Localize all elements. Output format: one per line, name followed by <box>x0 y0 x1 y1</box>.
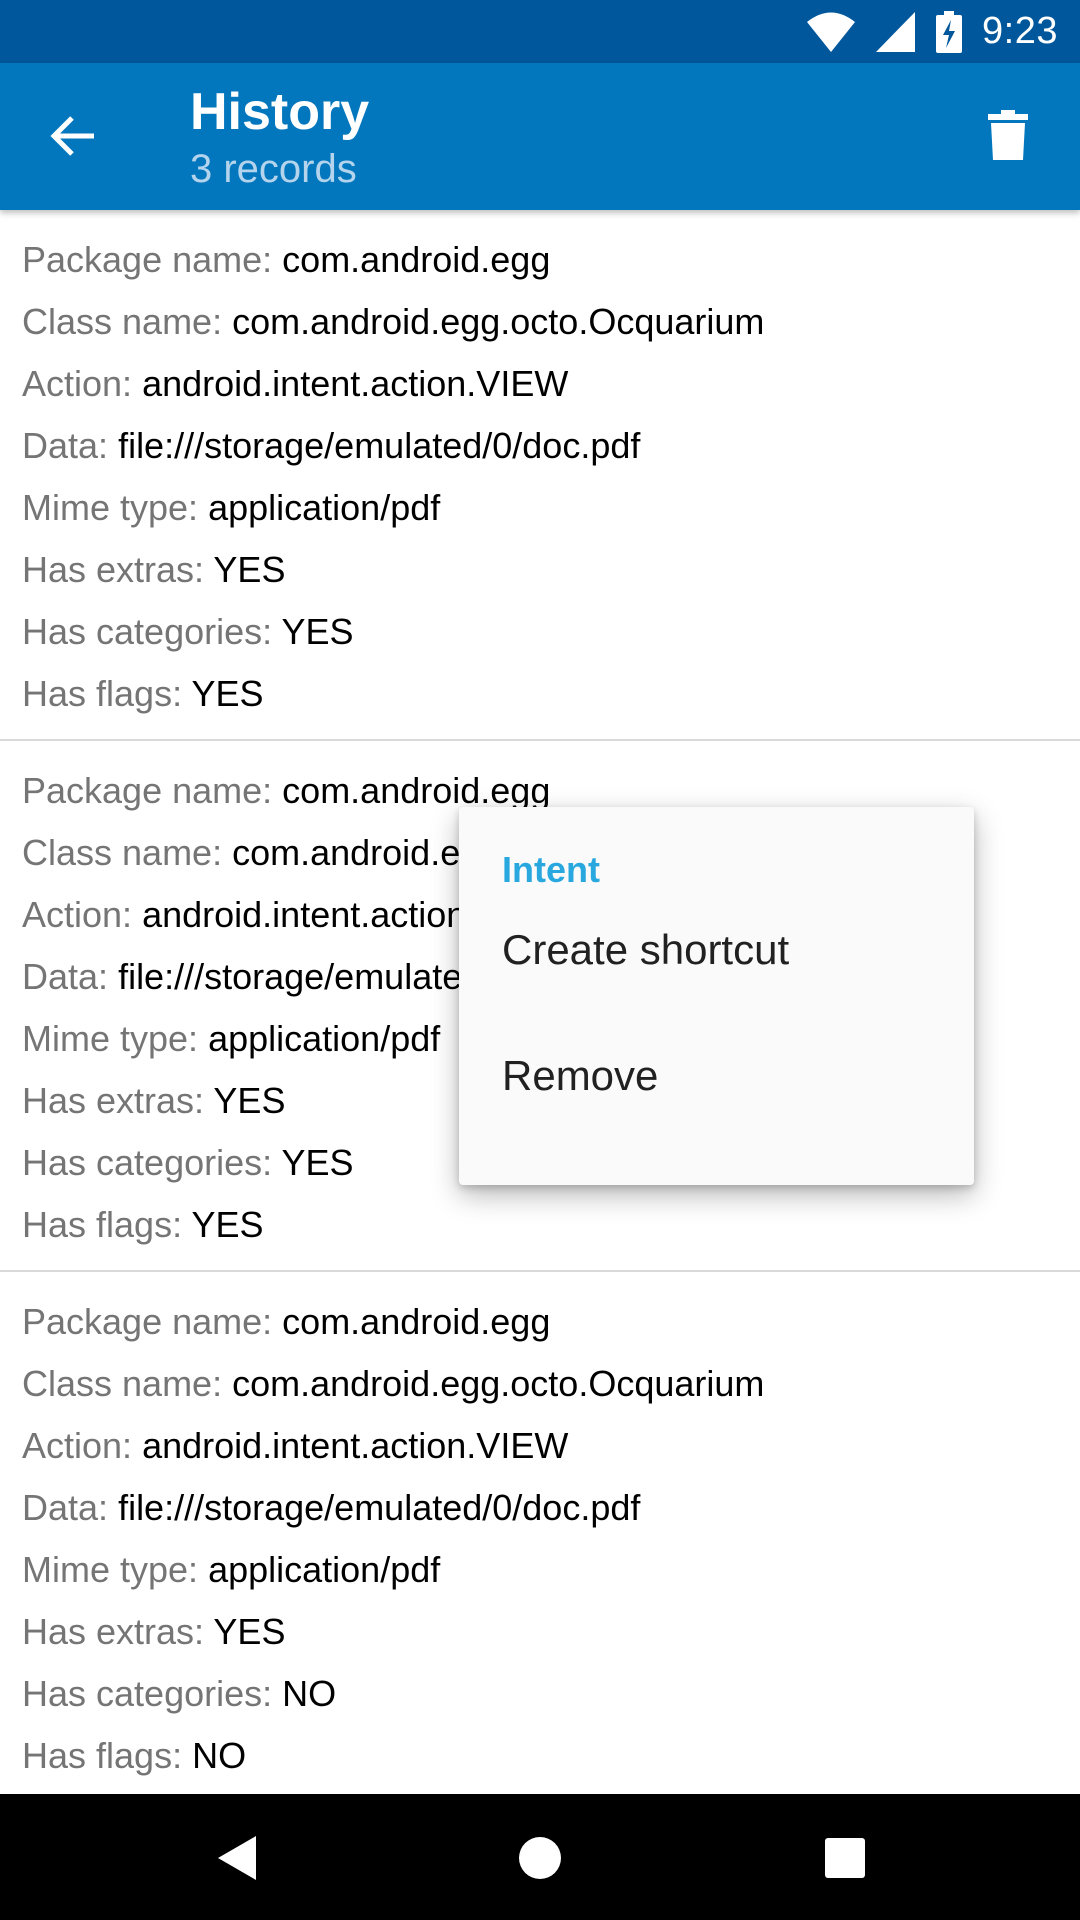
field-value: YES <box>281 611 354 652</box>
field-label: Has extras: <box>22 1611 205 1652</box>
field-value: YES <box>191 673 264 714</box>
nav-back-button[interactable] <box>202 1823 272 1893</box>
field-value: NO <box>192 1735 247 1776</box>
field-class-name: Class name: com.android.egg.octo.Ocquari… <box>22 291 1058 353</box>
field-label: Has flags: <box>22 673 183 714</box>
field-action: Action: android.intent.action.VIEW <box>22 353 1058 415</box>
signal-icon <box>876 11 916 52</box>
field-value: NO <box>282 1673 337 1714</box>
back-button[interactable] <box>44 107 102 165</box>
field-label: Package name: <box>22 239 273 280</box>
record-count: 3 records <box>190 147 357 191</box>
field-has-extras: Has extras: YES <box>22 1601 1058 1663</box>
field-value: com.android.egg <box>282 1301 551 1342</box>
field-mime-type: Mime type: application/pdf <box>22 477 1058 539</box>
wifi-icon <box>806 11 856 53</box>
field-label: Class name: <box>22 832 223 873</box>
history-record[interactable]: Package name: com.android.egg Class name… <box>0 1270 1080 1794</box>
nav-recents-button[interactable] <box>810 1823 880 1893</box>
field-label: Action: <box>22 1425 133 1466</box>
field-label: Data: <box>22 1487 109 1528</box>
field-data: Data: file:///storage/emulated/0/doc.pdf <box>22 1477 1058 1539</box>
remove-menu-item[interactable]: Remove <box>459 1021 974 1131</box>
field-label: Mime type: <box>22 1549 199 1590</box>
field-has-flags: Has flags: YES <box>22 663 1058 725</box>
history-record[interactable]: Package name: com.android.egg Class name… <box>0 210 1080 739</box>
field-label: Has categories: <box>22 1673 273 1714</box>
field-value: com.android.egg <box>282 770 551 811</box>
field-has-flags: Has flags: YES <box>22 1194 1058 1256</box>
create-shortcut-menu-item[interactable]: Create shortcut <box>459 895 974 1005</box>
field-value: com.android.egg <box>282 239 551 280</box>
nav-back-icon <box>218 1836 256 1880</box>
field-value: application/pdf <box>208 1018 441 1059</box>
navigation-bar <box>0 1794 1080 1920</box>
field-data: Data: file:///storage/emulated/0/doc.pdf <box>22 415 1058 477</box>
field-has-categories: Has categories: YES <box>22 601 1058 663</box>
page-title: History <box>190 83 370 141</box>
field-value: android.intent.action.VIEW <box>142 1425 569 1466</box>
field-label: Has extras: <box>22 1080 205 1121</box>
status-bar: 9:23 <box>0 0 1080 63</box>
field-value: YES <box>213 1080 286 1121</box>
nav-home-button[interactable] <box>505 1823 575 1893</box>
arrow-back-icon <box>50 116 94 156</box>
delete-all-button[interactable] <box>976 103 1040 167</box>
title-block: History 3 records <box>190 81 369 195</box>
field-action: Action: android.intent.action.VIEW <box>22 1415 1058 1477</box>
field-label: Action: <box>22 894 133 935</box>
field-label: Package name: <box>22 1301 273 1342</box>
field-package-name: Package name: com.android.egg <box>22 229 1058 291</box>
field-label: Has categories: <box>22 1142 273 1183</box>
field-label: Has flags: <box>22 1204 183 1245</box>
field-value: application/pdf <box>208 487 441 528</box>
status-time: 9:23 <box>982 10 1058 52</box>
field-package-name: Package name: com.android.egg <box>22 1291 1058 1353</box>
field-value: YES <box>191 1204 264 1245</box>
field-label: Mime type: <box>22 487 199 528</box>
field-has-flags: Has flags: NO <box>22 1725 1058 1787</box>
menu-header: Intent <box>502 849 600 890</box>
field-value: application/pdf <box>208 1549 441 1590</box>
field-label: Has categories: <box>22 611 273 652</box>
field-value: file:///storage/emulated/0/doc.pdf <box>118 425 641 466</box>
field-mime-type: Mime type: application/pdf <box>22 1539 1058 1601</box>
nav-home-icon <box>519 1837 561 1879</box>
field-label: Action: <box>22 363 133 404</box>
battery-charging-icon <box>936 10 963 53</box>
field-label: Has flags: <box>22 1735 183 1776</box>
field-value: YES <box>281 1142 354 1183</box>
field-label: Data: <box>22 956 109 997</box>
field-label: Class name: <box>22 301 223 342</box>
field-value: com.android.egg.octo.Ocquarium <box>232 301 765 342</box>
field-has-categories: Has categories: NO <box>22 1663 1058 1725</box>
field-class-name: Class name: com.android.egg.octo.Ocquari… <box>22 1353 1058 1415</box>
field-value: file:///storage/emulated/0/doc.pdf <box>118 1487 641 1528</box>
field-label: Class name: <box>22 1363 223 1404</box>
field-value: android.intent.action.VIEW <box>142 363 569 404</box>
field-label: Mime type: <box>22 1018 199 1059</box>
context-menu: Intent Create shortcut Remove <box>459 807 974 1185</box>
screen: 9:23 History 3 records Package name: com… <box>0 0 1080 1920</box>
trash-icon <box>988 110 1028 160</box>
field-value: YES <box>213 1611 286 1652</box>
field-value: com.android.egg.octo.Ocquarium <box>232 1363 765 1404</box>
field-label: Data: <box>22 425 109 466</box>
field-has-extras: Has extras: YES <box>22 539 1058 601</box>
field-value: YES <box>213 549 286 590</box>
field-label: Package name: <box>22 770 273 811</box>
app-bar: History 3 records <box>0 63 1080 210</box>
field-label: Has extras: <box>22 549 205 590</box>
nav-recents-icon <box>825 1838 865 1878</box>
